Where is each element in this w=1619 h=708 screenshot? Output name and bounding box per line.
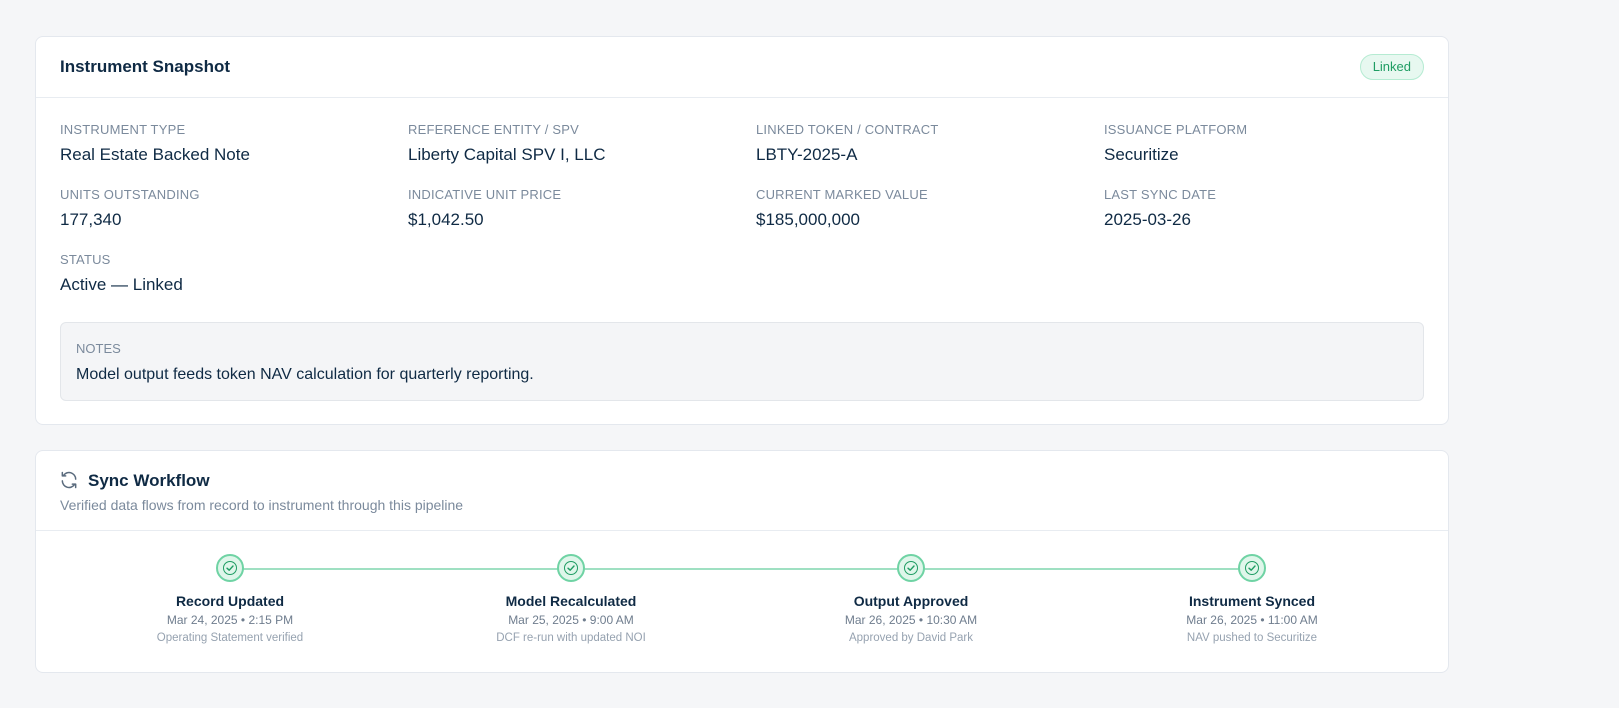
notes-text: Model output feeds token NAV calculation… [76, 366, 534, 383]
field-label: Units Outstanding [60, 187, 200, 202]
snapshot-header: Instrument Snapshot Linked [36, 37, 1448, 98]
field-value: $1,042.50 [408, 210, 484, 229]
field-status: Status Active — Linked [60, 252, 380, 295]
field-linked-token: Linked Token / Contract LBTY-2025-A [756, 122, 1076, 165]
field-value: Real Estate Backed Note [60, 145, 250, 164]
field-label: Linked Token / Contract [756, 122, 939, 137]
workflow-header: Sync Workflow Verified data flows from r… [36, 451, 1448, 531]
snapshot-title: Instrument Snapshot [60, 57, 231, 76]
step-note: Operating Statement verified [156, 632, 304, 644]
field-value: $185,000,000 [756, 210, 860, 229]
workflow-step: Model Recalculated Mar 25, 2025 • 9:00 A… [451, 554, 691, 646]
step-note: DCF re-run with updated NOI [496, 632, 646, 644]
field-value: Active — Linked [60, 275, 183, 294]
step-time: Mar 26, 2025 • 11:00 AM [1186, 613, 1318, 627]
linked-status-badge: Linked [1359, 54, 1424, 80]
notes-label: Notes [76, 341, 121, 356]
field-value: LBTY-2025-A [756, 145, 858, 164]
workflow-step: Record Updated Mar 24, 2025 • 2:15 PM Op… [110, 554, 350, 646]
workflow-step: Output Approved Mar 26, 2025 • 10:30 AM … [791, 554, 1031, 646]
workflow-title: Sync Workflow [88, 471, 210, 490]
field-instrument-type: Instrument Type Real Estate Backed Note [60, 122, 380, 165]
field-label: Issuance Platform [1104, 122, 1248, 137]
field-label: Instrument Type [60, 122, 186, 137]
field-value: Securitize [1104, 145, 1179, 164]
field-label: Status [60, 252, 111, 267]
check-circle-icon [216, 554, 244, 582]
field-issuance-platform: Issuance Platform Securitize [1104, 122, 1424, 165]
notes-box: Notes Model output feeds token NAV calcu… [60, 322, 1424, 401]
field-indicative-unit-price: Indicative Unit Price $1,042.50 [408, 187, 728, 230]
field-label: Indicative Unit Price [408, 187, 562, 202]
field-label: Current Marked Value [756, 187, 928, 202]
field-label: Last Sync Date [1104, 187, 1217, 202]
refresh-icon [59, 470, 79, 490]
step-time: Mar 24, 2025 • 2:15 PM [166, 613, 294, 627]
step-title: Record Updated [175, 593, 285, 609]
step-title: Output Approved [853, 593, 969, 609]
step-title: Instrument Synced [1188, 593, 1316, 609]
field-reference-entity: Reference Entity / SPV Liberty Capital S… [408, 122, 728, 165]
step-note: Approved by David Park [848, 632, 973, 644]
field-label: Reference Entity / SPV [408, 122, 580, 137]
field-units-outstanding: Units Outstanding 177,340 [60, 187, 380, 230]
field-value: 2025-03-26 [1104, 210, 1191, 229]
field-current-marked-value: Current Marked Value $185,000,000 [756, 187, 1076, 230]
sync-workflow-card: Sync Workflow Verified data flows from r… [35, 450, 1449, 673]
check-circle-icon [557, 554, 585, 582]
step-title: Model Recalculated [505, 593, 637, 609]
step-time: Mar 25, 2025 • 9:00 AM [508, 613, 634, 627]
workflow-subtitle: Verified data flows from record to instr… [60, 497, 464, 513]
step-time: Mar 26, 2025 • 10:30 AM [844, 613, 978, 627]
instrument-snapshot-card: Instrument Snapshot Linked Instrument Ty… [35, 36, 1449, 425]
check-circle-icon [897, 554, 925, 582]
workflow-step: Instrument Synced Mar 26, 2025 • 11:00 A… [1132, 554, 1372, 646]
field-last-sync-date: Last Sync Date 2025-03-26 [1104, 187, 1424, 230]
field-value: 177,340 [60, 210, 122, 229]
step-note: NAV pushed to Securitize [1186, 632, 1318, 644]
check-circle-icon [1238, 554, 1266, 582]
field-value: Liberty Capital SPV I, LLC [408, 145, 606, 164]
workflow-connector-line [230, 568, 1240, 570]
